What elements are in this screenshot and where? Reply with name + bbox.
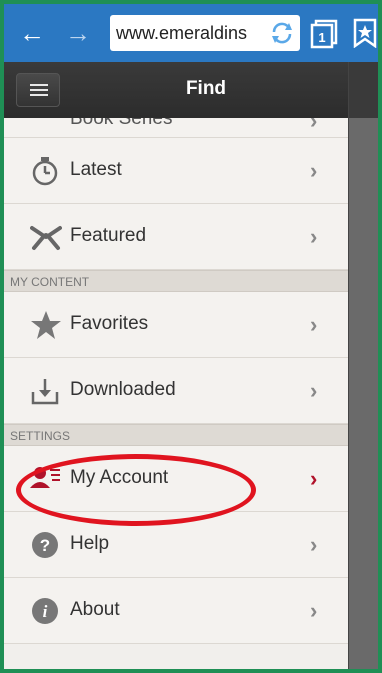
menu-item-about[interactable]: i About › [4,578,348,644]
menu-item-label: Latest [70,159,122,180]
menu-item-book-series[interactable]: Book Series › [4,118,348,138]
url-bar[interactable]: www.emeraldins [110,15,300,51]
ribbon-icon [30,226,62,250]
menu-item-my-account[interactable]: My Account › [4,446,348,512]
star-icon [31,311,61,339]
download-tray-icon [31,379,59,405]
menu-item-help[interactable]: ? Help › [4,512,348,578]
svg-text:i: i [43,602,48,621]
browser-toolbar: ← → www.emeraldins 1 [4,4,378,62]
forward-arrow-icon[interactable]: → [62,17,94,49]
menu-item-favorites[interactable]: Favorites › [4,292,348,358]
chevron-right-icon: › [310,158,318,183]
content-panel-edge[interactable] [348,62,378,669]
question-circle-icon: ? [32,532,58,558]
menu-item-latest[interactable]: Latest › [4,138,348,204]
chevron-right-icon: › [310,378,318,403]
menu-item-label: Book Series [70,118,173,129]
page-title: Find [185,78,227,99]
chevron-right-icon: › [310,312,318,337]
stopwatch-icon [32,157,58,186]
menu-item-featured[interactable]: Featured › [4,204,348,270]
bookmark-star-icon[interactable] [352,18,378,48]
hamburger-menu-icon[interactable] [16,73,60,107]
chevron-right-icon: › [310,224,318,249]
tabs-count: 1 [318,30,325,45]
screenshot-frame: ← → www.emeraldins 1 Find Book Series › … [4,4,378,669]
chevron-right-icon: › [310,532,318,557]
chevron-right-icon: › [310,118,318,133]
svg-text:?: ? [40,536,50,555]
menu-item-label: Featured [70,225,147,246]
section-header-my-content: MY CONTENT [4,270,348,292]
section-header-settings: SETTINGS [4,424,348,446]
menu-item-label: Help [70,533,110,554]
chevron-right-icon: › [310,466,318,491]
tabs-icon[interactable]: 1 [310,16,340,50]
info-circle-icon: i [32,598,58,624]
menu-item-label: My Account [70,467,169,488]
menu-item-label: Favorites [70,313,149,334]
chevron-right-icon: › [310,598,318,623]
url-text: www.emeraldins [116,23,248,43]
user-list-icon [30,467,60,488]
app-header: Find [4,62,348,118]
reload-icon[interactable] [268,19,296,47]
back-arrow-icon[interactable]: ← [16,17,48,49]
side-menu: Book Series › Latest › Featured › MY CON… [4,118,348,669]
menu-item-downloaded[interactable]: Downloaded › [4,358,348,424]
menu-item-label: About [70,599,120,620]
menu-item-label: Downloaded [70,379,176,400]
